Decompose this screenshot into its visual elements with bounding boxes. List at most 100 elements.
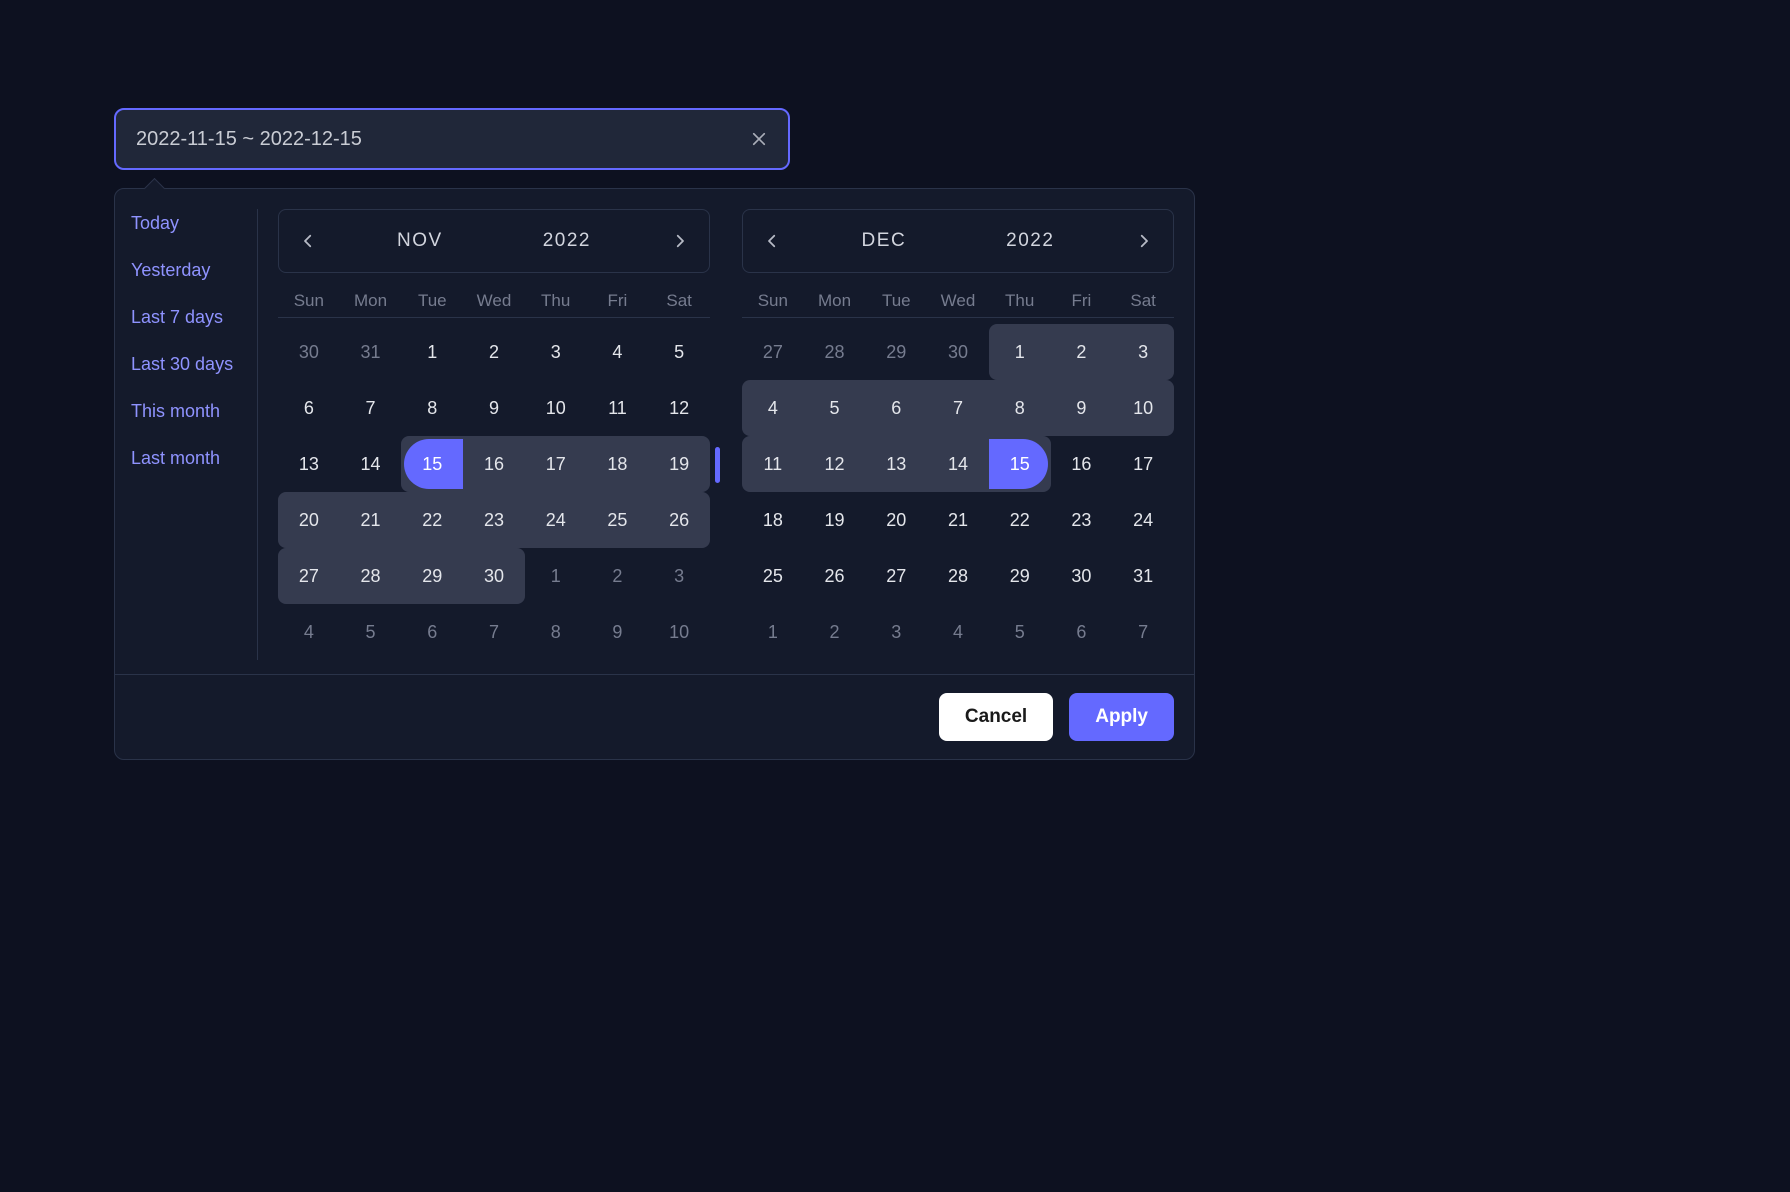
calendar-day[interactable]: 8 [525, 604, 587, 660]
left-month-label[interactable]: NOV [397, 230, 443, 252]
calendar-day[interactable]: 4 [278, 604, 340, 660]
calendar-day[interactable]: 31 [340, 324, 402, 380]
calendar-day[interactable]: 24 [1112, 492, 1174, 548]
calendar-day[interactable]: 4 [742, 380, 804, 436]
calendar-day[interactable]: 14 [927, 436, 989, 492]
calendar-day[interactable]: 3 [1112, 324, 1174, 380]
preset-item[interactable]: Last month [131, 448, 249, 469]
calendar-day[interactable]: 9 [463, 380, 525, 436]
calendar-day[interactable]: 19 [648, 436, 710, 492]
calendar-day[interactable]: 6 [278, 380, 340, 436]
calendar-day[interactable]: 25 [742, 548, 804, 604]
calendar-day[interactable]: 5 [340, 604, 402, 660]
clear-icon[interactable] [750, 130, 768, 148]
calendar-day[interactable]: 23 [1051, 492, 1113, 548]
calendar-day[interactable]: 20 [865, 492, 927, 548]
left-year-label[interactable]: 2022 [543, 230, 591, 252]
calendar-day[interactable]: 26 [648, 492, 710, 548]
calendar-day[interactable]: 8 [401, 380, 463, 436]
calendar-day[interactable]: 1 [742, 604, 804, 660]
calendar-day[interactable]: 7 [463, 604, 525, 660]
calendar-day[interactable]: 7 [340, 380, 402, 436]
calendar-day[interactable]: 18 [742, 492, 804, 548]
calendar-day[interactable]: 30 [927, 324, 989, 380]
calendar-day[interactable]: 30 [463, 548, 525, 604]
calendar-day[interactable]: 29 [401, 548, 463, 604]
calendar-day[interactable]: 28 [804, 324, 866, 380]
calendar-day[interactable]: 4 [587, 324, 649, 380]
calendar-day[interactable]: 16 [1051, 436, 1113, 492]
calendar-day[interactable]: 5 [648, 324, 710, 380]
calendar-day[interactable]: 27 [278, 548, 340, 604]
date-range-input[interactable]: 2022-11-15 ~ 2022-12-15 [114, 108, 790, 170]
calendar-day[interactable]: 4 [927, 604, 989, 660]
calendar-day[interactable]: 15 [989, 436, 1051, 492]
calendar-day[interactable]: 21 [927, 492, 989, 548]
calendar-day[interactable]: 1 [989, 324, 1051, 380]
calendar-day[interactable]: 11 [742, 436, 804, 492]
calendar-day[interactable]: 3 [525, 324, 587, 380]
right-year-label[interactable]: 2022 [1006, 230, 1054, 252]
calendar-day[interactable]: 15 [401, 436, 463, 492]
calendar-day[interactable]: 29 [865, 324, 927, 380]
calendar-day[interactable]: 3 [648, 548, 710, 604]
prev-month-icon[interactable] [763, 232, 781, 250]
calendar-day[interactable]: 5 [989, 604, 1051, 660]
calendar-day[interactable]: 20 [278, 492, 340, 548]
apply-button[interactable]: Apply [1069, 693, 1174, 741]
preset-item[interactable]: Last 30 days [131, 354, 249, 375]
calendar-day[interactable]: 2 [463, 324, 525, 380]
calendar-day[interactable]: 21 [340, 492, 402, 548]
calendar-day[interactable]: 29 [989, 548, 1051, 604]
calendar-day[interactable]: 27 [742, 324, 804, 380]
calendar-day[interactable]: 28 [927, 548, 989, 604]
preset-item[interactable]: Yesterday [131, 260, 249, 281]
calendar-day[interactable]: 3 [865, 604, 927, 660]
next-month-icon[interactable] [1135, 232, 1153, 250]
calendar-day[interactable]: 31 [1112, 548, 1174, 604]
calendar-day[interactable]: 22 [989, 492, 1051, 548]
calendar-day[interactable]: 13 [865, 436, 927, 492]
calendar-day[interactable]: 6 [865, 380, 927, 436]
calendar-day[interactable]: 30 [1051, 548, 1113, 604]
calendar-day[interactable]: 17 [1112, 436, 1174, 492]
calendar-day[interactable]: 16 [463, 436, 525, 492]
preset-item[interactable]: Today [131, 213, 249, 234]
range-divider-handle[interactable] [715, 447, 720, 483]
calendar-day[interactable]: 27 [865, 548, 927, 604]
calendar-day[interactable]: 8 [989, 380, 1051, 436]
calendar-day[interactable]: 23 [463, 492, 525, 548]
next-month-icon[interactable] [671, 232, 689, 250]
calendar-day[interactable]: 13 [278, 436, 340, 492]
calendar-day[interactable]: 12 [648, 380, 710, 436]
cancel-button[interactable]: Cancel [939, 693, 1053, 741]
calendar-day[interactable]: 6 [1051, 604, 1113, 660]
calendar-day[interactable]: 10 [525, 380, 587, 436]
calendar-day[interactable]: 12 [804, 436, 866, 492]
calendar-day[interactable]: 26 [804, 548, 866, 604]
calendar-day[interactable]: 7 [927, 380, 989, 436]
calendar-day[interactable]: 30 [278, 324, 340, 380]
calendar-day[interactable]: 28 [340, 548, 402, 604]
calendar-day[interactable]: 11 [587, 380, 649, 436]
calendar-day[interactable]: 6 [401, 604, 463, 660]
calendar-day[interactable]: 25 [587, 492, 649, 548]
calendar-day[interactable]: 9 [587, 604, 649, 660]
calendar-day[interactable]: 10 [1112, 380, 1174, 436]
calendar-day[interactable]: 7 [1112, 604, 1174, 660]
calendar-day[interactable]: 2 [1051, 324, 1113, 380]
calendar-day[interactable]: 9 [1051, 380, 1113, 436]
calendar-day[interactable]: 2 [804, 604, 866, 660]
calendar-day[interactable]: 1 [401, 324, 463, 380]
prev-month-icon[interactable] [299, 232, 317, 250]
calendar-day[interactable]: 18 [587, 436, 649, 492]
preset-item[interactable]: Last 7 days [131, 307, 249, 328]
preset-item[interactable]: This month [131, 401, 249, 422]
calendar-day[interactable]: 10 [648, 604, 710, 660]
calendar-day[interactable]: 24 [525, 492, 587, 548]
calendar-day[interactable]: 2 [587, 548, 649, 604]
calendar-day[interactable]: 1 [525, 548, 587, 604]
calendar-day[interactable]: 5 [804, 380, 866, 436]
right-month-label[interactable]: DEC [862, 230, 907, 252]
calendar-day[interactable]: 17 [525, 436, 587, 492]
